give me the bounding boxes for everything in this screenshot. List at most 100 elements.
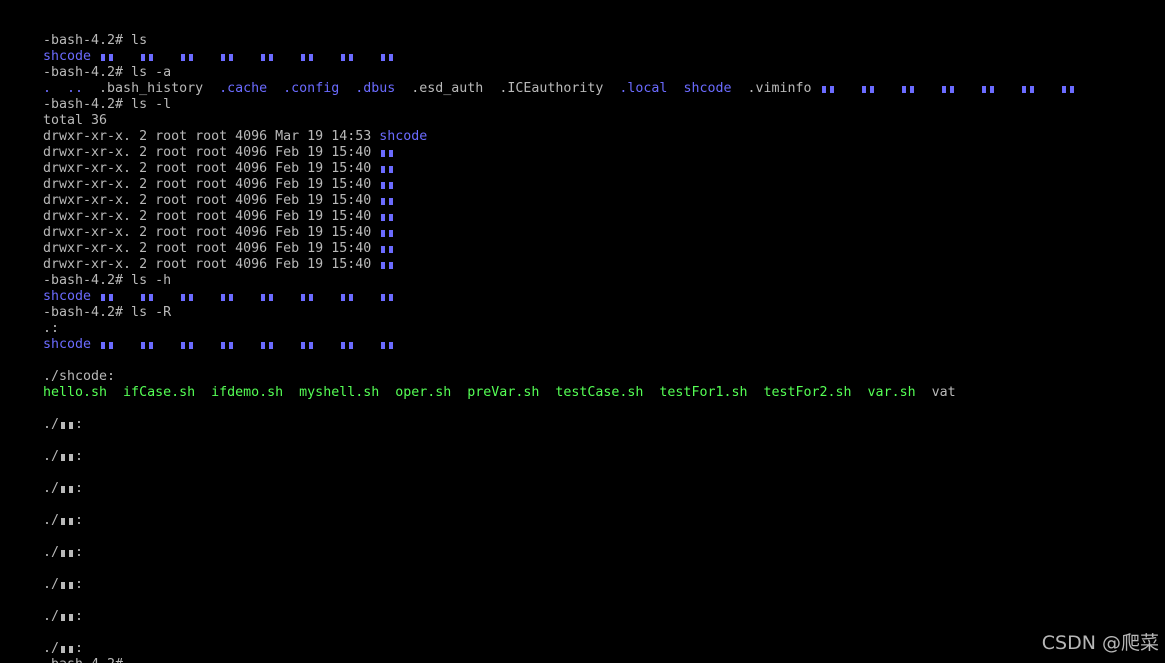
missing-glyph-box	[309, 54, 314, 61]
terminal-text: .viminfo	[731, 81, 820, 96]
missing-glyph-box	[221, 342, 226, 349]
terminal-text: ./	[43, 577, 60, 592]
unrendered-glyph-group	[379, 225, 395, 240]
terminal-line: ./:	[43, 609, 1165, 625]
terminal-text: drwxr-xr-x. 2 root root 4096 Mar 19 14:5…	[43, 129, 380, 144]
terminal-line: drwxr-xr-x. 2 root root 4096 Feb 19 15:4…	[43, 177, 1165, 193]
missing-glyph-box	[989, 86, 994, 93]
missing-glyph-box	[381, 214, 386, 221]
terminal-line: drwxr-xr-x. 2 root root 4096 Feb 19 15:4…	[43, 145, 1165, 161]
terminal-line: ./:	[43, 481, 1165, 497]
missing-glyph-box	[61, 582, 66, 589]
missing-glyph-box	[821, 86, 826, 93]
missing-glyph-box	[341, 294, 346, 301]
unrendered-glyph-group	[379, 161, 395, 176]
missing-glyph-box	[869, 86, 874, 93]
missing-glyph-box	[189, 294, 194, 301]
missing-glyph-box	[349, 54, 354, 61]
missing-glyph-box	[109, 342, 114, 349]
unrendered-glyph-group	[59, 577, 75, 592]
missing-glyph-box	[901, 86, 906, 93]
terminal-text: drwxr-xr-x. 2 root root 4096 Feb 19 15:4…	[43, 241, 380, 256]
missing-glyph-box	[301, 54, 306, 61]
terminal-text: -bash-4.2# ls	[43, 33, 148, 48]
unrendered-glyph-group	[59, 609, 75, 624]
terminal-text: ./	[43, 545, 60, 560]
missing-glyph-box	[101, 342, 106, 349]
directory-name: .cache .config .dbus	[219, 81, 396, 96]
missing-glyph-box	[261, 342, 266, 349]
terminal-line: ./:	[43, 577, 1165, 593]
missing-glyph-box	[381, 246, 386, 253]
missing-glyph-box	[389, 262, 394, 269]
missing-glyph-box	[389, 182, 394, 189]
terminal-line: drwxr-xr-x. 2 root root 4096 Feb 19 15:4…	[43, 193, 1165, 209]
missing-glyph-box	[189, 342, 194, 349]
missing-glyph-box	[61, 454, 66, 461]
terminal-text: drwxr-xr-x. 2 root root 4096 Feb 19 15:4…	[43, 225, 380, 240]
terminal-text: -bash-4.2# ls -a	[43, 65, 172, 80]
directory-name: shcode	[379, 129, 428, 144]
terminal-line: -bash-4.2# ls -l	[43, 97, 1165, 113]
missing-glyph-box	[141, 54, 146, 61]
unrendered-glyph-group	[59, 449, 75, 464]
missing-glyph-box	[61, 550, 66, 557]
terminal-text: :	[75, 545, 84, 560]
missing-glyph-box	[69, 486, 74, 493]
terminal-line: -bash-4.2# ls -h	[43, 273, 1165, 289]
missing-glyph-box	[309, 294, 314, 301]
missing-glyph-box	[61, 422, 66, 429]
missing-glyph-box	[389, 54, 394, 61]
missing-glyph-box	[381, 294, 386, 301]
missing-glyph-box	[381, 54, 386, 61]
missing-glyph-box	[389, 150, 394, 157]
terminal-text: drwxr-xr-x. 2 root root 4096 Feb 19 15:4…	[43, 209, 380, 224]
missing-glyph-box	[349, 342, 354, 349]
terminal-text: total 36	[43, 113, 108, 128]
missing-glyph-box	[949, 86, 954, 93]
unrendered-glyph-group	[59, 545, 75, 560]
missing-glyph-box	[229, 342, 234, 349]
terminal-text: -bash-4.2#	[43, 657, 123, 663]
terminal-line: drwxr-xr-x. 2 root root 4096 Feb 19 15:4…	[43, 241, 1165, 257]
unrendered-glyph-group	[379, 145, 395, 160]
missing-glyph-box	[101, 294, 106, 301]
directory-name: shcode	[43, 337, 92, 352]
terminal-text: drwxr-xr-x. 2 root root 4096 Feb 19 15:4…	[43, 161, 380, 176]
missing-glyph-box	[189, 54, 194, 61]
missing-glyph-box	[181, 294, 186, 301]
missing-glyph-box	[101, 54, 106, 61]
missing-glyph-box	[61, 518, 66, 525]
missing-glyph-box	[69, 518, 74, 525]
unrendered-glyph-group	[379, 177, 395, 192]
terminal-line: -bash-4.2# ls -a	[43, 65, 1165, 81]
missing-glyph-box	[389, 198, 394, 205]
missing-glyph-box	[69, 582, 74, 589]
missing-glyph-box	[381, 262, 386, 269]
terminal-line: shcode	[43, 289, 1165, 305]
directory-name: .local shcode	[619, 81, 732, 96]
missing-glyph-box	[149, 294, 154, 301]
terminal-text: :	[75, 481, 84, 496]
terminal-text: ./	[43, 481, 60, 496]
unrendered-glyph-group	[99, 337, 395, 352]
terminal-line: -bash-4.2# ls	[43, 33, 1165, 49]
terminal-line: ./:	[43, 545, 1165, 561]
missing-glyph-box	[381, 150, 386, 157]
directory-name: shcode	[43, 49, 92, 64]
terminal-text: :	[75, 641, 84, 656]
directory-name: . ..	[43, 81, 84, 96]
missing-glyph-box	[181, 54, 186, 61]
missing-glyph-box	[229, 54, 234, 61]
terminal-line: shcode	[43, 337, 1165, 353]
missing-glyph-box	[381, 166, 386, 173]
missing-glyph-box	[389, 342, 394, 349]
missing-glyph-box	[301, 342, 306, 349]
terminal-line: drwxr-xr-x. 2 root root 4096 Feb 19 15:4…	[43, 257, 1165, 273]
terminal-screen[interactable]: -bash-4.2# ls shcode -bash-4.2# ls -a. ..…	[43, 33, 1165, 663]
